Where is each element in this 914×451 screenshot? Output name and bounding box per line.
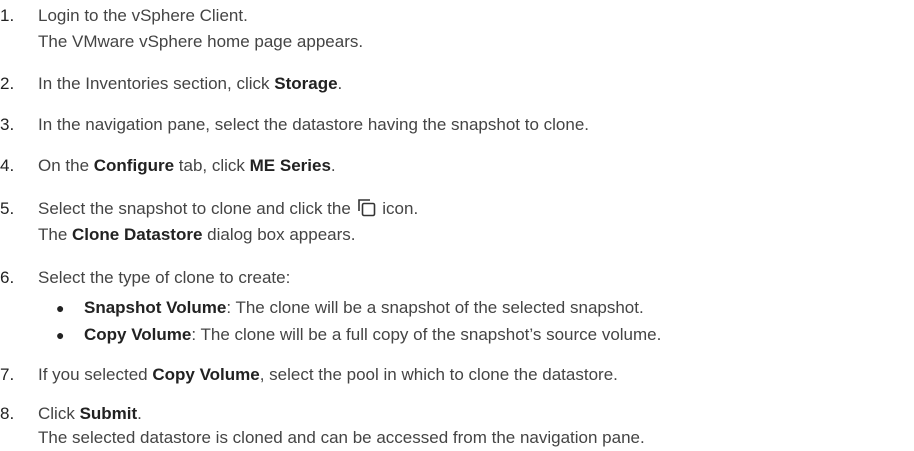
step-number: 2. [0, 74, 15, 93]
step-number: 6. [0, 268, 15, 287]
storage-label: Storage [274, 74, 338, 93]
option-snapshot-volume: Snapshot Volume: The clone will be a sna… [84, 298, 644, 318]
clone-datastore-label: Clone Datastore [72, 225, 203, 244]
step-number: 4. [0, 156, 15, 175]
step-number: 3. [0, 115, 15, 134]
option-label: Copy Volume [84, 325, 192, 344]
step-result: The selected datastore is cloned and can… [38, 428, 645, 447]
step-text-suffix: . [137, 404, 142, 423]
me-series-label: ME Series [249, 156, 331, 175]
submit-label: Submit [79, 404, 138, 423]
step-result: The Clone Datastore dialog box appears. [38, 225, 356, 245]
step-text-middle: tab, click [174, 156, 250, 175]
step-text-prefix: In the Inventories section, click [38, 74, 275, 93]
configure-label: Configure [93, 156, 175, 175]
clone-icon [357, 199, 376, 217]
bullet-icon: ● [56, 327, 65, 343]
bullet-icon: ● [56, 300, 65, 316]
step-text: In the navigation pane, select the datas… [38, 115, 589, 134]
result-suffix: dialog box appears. [202, 225, 356, 244]
step-text: On the Configure tab, click ME Series. [38, 156, 336, 176]
step-text-suffix: . [330, 156, 336, 175]
option-description: : The clone will be a full copy of the s… [191, 325, 662, 344]
step-number: 1. [0, 6, 15, 25]
step-text: Select the snapshot to clone and click t… [38, 199, 418, 219]
step-number: 8. [0, 404, 15, 423]
option-description: : The clone will be a snapshot of the se… [226, 298, 644, 317]
result-prefix: The [38, 225, 73, 244]
step-number: 7. [0, 365, 15, 384]
step-text-suffix: icon. [377, 199, 419, 218]
step-text: Select the type of clone to create: [38, 268, 291, 287]
step-text-prefix: Select the snapshot to clone and click t… [38, 199, 356, 218]
step-text: If you selected Copy Volume, select the … [38, 365, 618, 385]
step-text-prefix: If you selected [38, 365, 153, 384]
step-text-prefix: On the [38, 156, 94, 175]
copy-volume-label: Copy Volume [152, 365, 260, 384]
step-text: In the Inventories section, click Storag… [38, 74, 342, 94]
step-text: Click Submit. [38, 404, 142, 424]
step-text-suffix: . [337, 74, 343, 93]
step-number: 5. [0, 199, 15, 218]
step-text-prefix: Click [38, 404, 80, 423]
option-label: Snapshot Volume [84, 298, 227, 317]
step-result: The VMware vSphere home page appears. [38, 32, 364, 51]
step-text-suffix: , select the pool in which to clone the … [259, 365, 618, 384]
option-copy-volume: Copy Volume: The clone will be a full co… [84, 325, 661, 345]
step-text: Login to the vSphere Client. [38, 6, 248, 25]
